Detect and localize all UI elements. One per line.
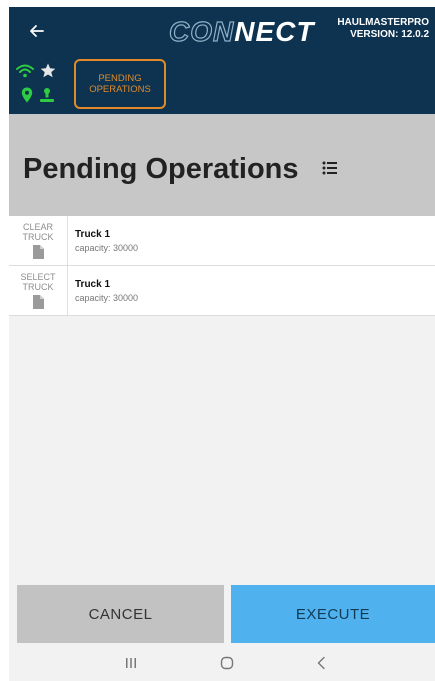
list-item[interactable]: CLEAR TRUCK Truck 1 capacity: 30000 xyxy=(9,216,435,266)
action-label-line2: TRUCK xyxy=(22,282,54,292)
action-label-line2: TRUCK xyxy=(22,232,54,242)
logo-suffix: NECT xyxy=(234,16,315,47)
row-title: Truck 1 xyxy=(75,229,111,240)
wifi-icon xyxy=(16,64,34,78)
nav-back-icon[interactable] xyxy=(316,656,326,670)
app-logo: CONNECT xyxy=(168,15,315,48)
title-band: Pending Operations xyxy=(9,114,435,216)
select-truck-button[interactable]: SELECT TRUCK xyxy=(9,266,68,315)
action-label-line1: CLEAR xyxy=(22,222,53,232)
star-icon xyxy=(40,63,56,78)
row-title: Truck 1 xyxy=(75,279,111,290)
row-subtitle: capacity: 30000 xyxy=(75,243,139,253)
action-label-line1: SELECT xyxy=(20,272,56,282)
app-version: VERSION: 12.0.2 xyxy=(350,29,429,40)
tab-label-line2: OPERATIONS xyxy=(89,84,151,95)
system-nav-bar xyxy=(9,647,435,681)
back-button[interactable] xyxy=(26,19,48,43)
logo-prefix: CON xyxy=(168,15,235,47)
tab-pending-operations[interactable]: PENDING OPERATIONS xyxy=(74,59,166,109)
user-icon xyxy=(40,88,54,102)
clear-truck-button[interactable]: CLEAR TRUCK xyxy=(9,216,68,265)
row-subtitle: capacity: 30000 xyxy=(75,293,139,303)
list-item[interactable]: SELECT TRUCK Truck 1 capacity: 30000 xyxy=(9,266,435,316)
document-icon xyxy=(32,245,44,259)
page-title: Pending Operations xyxy=(23,153,299,185)
status-bar: PENDING OPERATIONS xyxy=(9,56,435,114)
tab-label-line1: PENDING xyxy=(98,73,142,84)
cancel-button[interactable]: CANCEL xyxy=(17,585,224,643)
location-pin-icon xyxy=(21,87,33,103)
document-icon xyxy=(32,295,44,309)
execute-button[interactable]: EXECUTE xyxy=(231,585,435,643)
operations-list: CLEAR TRUCK Truck 1 capacity: 30000 SELE… xyxy=(9,216,435,316)
app-frame: CONNECT HAULMASTERPRO VERSION: 12.0.2 PE xyxy=(9,7,435,681)
home-icon[interactable] xyxy=(220,656,234,670)
list-view-icon[interactable] xyxy=(322,160,338,176)
app-header: CONNECT HAULMASTERPRO VERSION: 12.0.2 xyxy=(9,7,435,56)
back-arrow-icon xyxy=(30,25,44,37)
app-name: HAULMASTERPRO xyxy=(337,17,429,28)
version-info: HAULMASTERPRO VERSION: 12.0.2 xyxy=(337,17,429,41)
recent-apps-icon[interactable] xyxy=(125,656,137,670)
